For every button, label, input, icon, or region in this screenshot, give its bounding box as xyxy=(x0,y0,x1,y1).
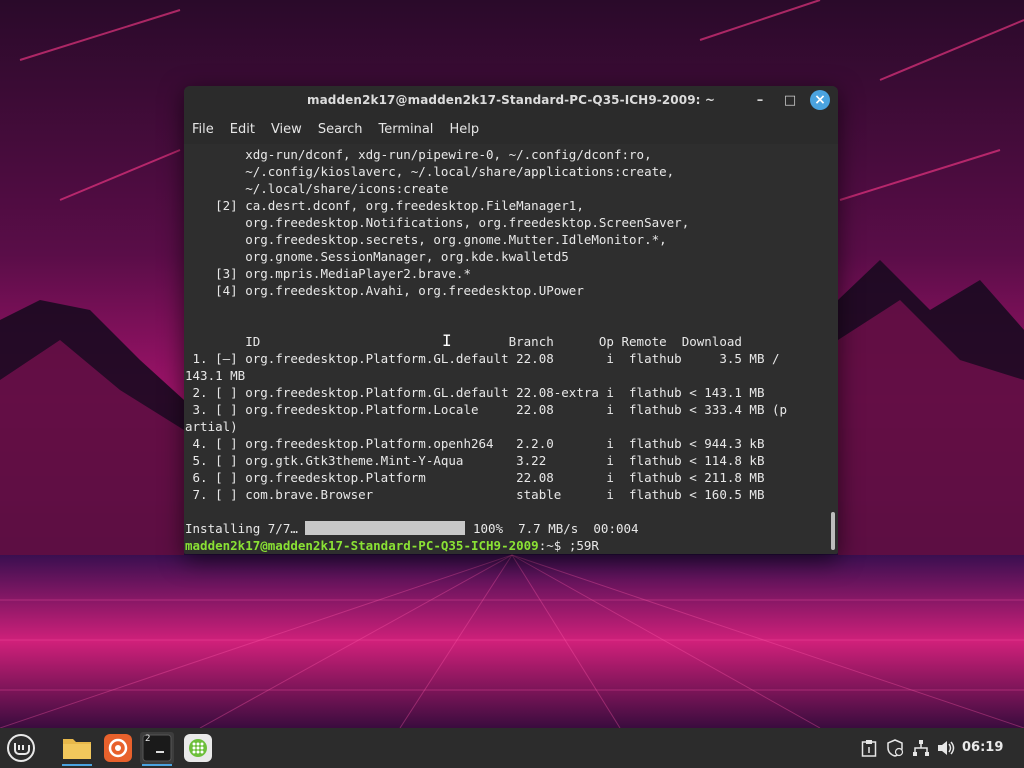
terminal-line: ~/.local/share/icons:create xyxy=(185,181,449,196)
close-icon: × xyxy=(814,92,826,108)
terminal-count-badge: 2 xyxy=(145,734,151,744)
prompt-input[interactable]: ;59R xyxy=(569,538,599,553)
table-header: ID Branch Op Remote Download xyxy=(185,334,742,349)
volume-icon xyxy=(938,741,955,755)
network-icon xyxy=(913,740,929,756)
terminal-scrollbar[interactable] xyxy=(831,512,835,550)
menu-view[interactable]: View xyxy=(271,122,302,137)
firefox-launcher[interactable] xyxy=(101,732,135,764)
mint-logo-icon xyxy=(7,734,35,762)
taskbar: 2 06:19 xyxy=(0,728,1024,768)
network-tray-button[interactable] xyxy=(910,728,932,768)
clock[interactable]: 06:19 xyxy=(962,728,1003,768)
progress-time: 00:004 xyxy=(593,521,639,536)
terminal-line: [3] org.mpris.MediaPlayer2.brave.* xyxy=(185,266,471,281)
terminal-line: ~/.config/kioslaverc, ~/.local/share/app… xyxy=(185,164,675,179)
terminal-line: xdg-run/dconf, xdg-run/pipewire-0, ~/.co… xyxy=(185,147,652,162)
table-row: 2. [ ] org.freedesktop.Platform.GL.defau… xyxy=(185,385,765,400)
table-row-wrap: 143.1 MB xyxy=(185,368,246,383)
terminal-line: [2] ca.desrt.dconf, org.freedesktop.File… xyxy=(185,198,584,213)
close-button[interactable]: × xyxy=(810,90,830,110)
table-row: 3. [ ] org.freedesktop.Platform.Locale 2… xyxy=(185,402,788,417)
window-titlebar[interactable]: madden2k17@madden2k17-Standard-PC-Q35-IC… xyxy=(184,86,838,114)
prompt-path: :~$ xyxy=(538,538,569,553)
running-indicator xyxy=(142,764,172,766)
table-row: 4. [ ] org.freedesktop.Platform.openh264… xyxy=(185,436,765,451)
progress-bar xyxy=(305,521,466,535)
prompt-user-host: madden2k17@madden2k17-Standard-PC-Q35-IC… xyxy=(185,538,539,553)
start-menu-button[interactable] xyxy=(4,732,38,764)
maximize-icon: □ xyxy=(783,92,797,108)
progress-percent: 100% xyxy=(472,521,504,536)
text-cursor-icon: I xyxy=(442,331,452,350)
folder-icon xyxy=(63,739,91,759)
menu-file[interactable]: File xyxy=(192,122,214,137)
table-row: 1. [–] org.freedesktop.Platform.GL.defau… xyxy=(185,351,780,366)
terminal-window[interactable]: madden2k17@madden2k17-Standard-PC-Q35-IC… xyxy=(184,86,838,554)
menu-edit[interactable]: Edit xyxy=(230,122,255,137)
install-progress-line: Installing 7/7… 100% 7.7 MB/s 00:004 xyxy=(185,520,639,537)
volume-tray-button[interactable] xyxy=(934,728,958,768)
menu-bar: File Edit View Search Terminal Help xyxy=(184,114,838,144)
files-launcher[interactable] xyxy=(60,732,94,766)
terminal-line: org.freedesktop.secrets, org.gnome.Mutte… xyxy=(185,232,667,247)
table-row: 5. [ ] org.gtk.Gtk3theme.Mint-Y-Aqua 3.2… xyxy=(185,453,765,468)
table-row: 7. [ ] com.brave.Browser stable i flathu… xyxy=(185,487,765,502)
app-launcher[interactable] xyxy=(181,732,215,764)
terminal-line: org.freedesktop.Notifications, org.freed… xyxy=(185,215,690,230)
window-title: madden2k17@madden2k17-Standard-PC-Q35-IC… xyxy=(307,93,715,107)
clipboard-icon xyxy=(861,740,877,757)
update-shield-tray-button[interactable] xyxy=(884,728,906,768)
terminal-line: org.gnome.SessionManager, org.kde.kwalle… xyxy=(185,249,569,264)
terminal-output[interactable]: xdg-run/dconf, xdg-run/pipewire-0, ~/.co… xyxy=(184,144,830,554)
progress-label: Installing 7/7… xyxy=(185,521,298,536)
shell-prompt-line: madden2k17@madden2k17-Standard-PC-Q35-IC… xyxy=(185,537,599,554)
firefox-icon xyxy=(104,734,132,762)
minimize-button[interactable]: – xyxy=(750,90,770,110)
table-row-wrap: artial) xyxy=(185,419,238,434)
running-indicator xyxy=(62,764,92,766)
clipboard-tray-button[interactable] xyxy=(858,728,880,768)
app-grid-icon xyxy=(184,734,212,762)
terminal-taskbar-button[interactable]: 2 xyxy=(140,732,174,766)
table-row: 6. [ ] org.freedesktop.Platform 22.08 i … xyxy=(185,470,765,485)
menu-help[interactable]: Help xyxy=(449,122,479,137)
terminal-line: [4] org.freedesktop.Avahi, org.freedeskt… xyxy=(185,283,584,298)
maximize-button[interactable]: □ xyxy=(780,90,800,110)
progress-speed: 7.7 MB/s xyxy=(518,521,579,536)
menu-terminal[interactable]: Terminal xyxy=(378,122,433,137)
minimize-icon: – xyxy=(756,92,764,108)
menu-search[interactable]: Search xyxy=(318,122,363,137)
shield-icon xyxy=(887,739,904,757)
